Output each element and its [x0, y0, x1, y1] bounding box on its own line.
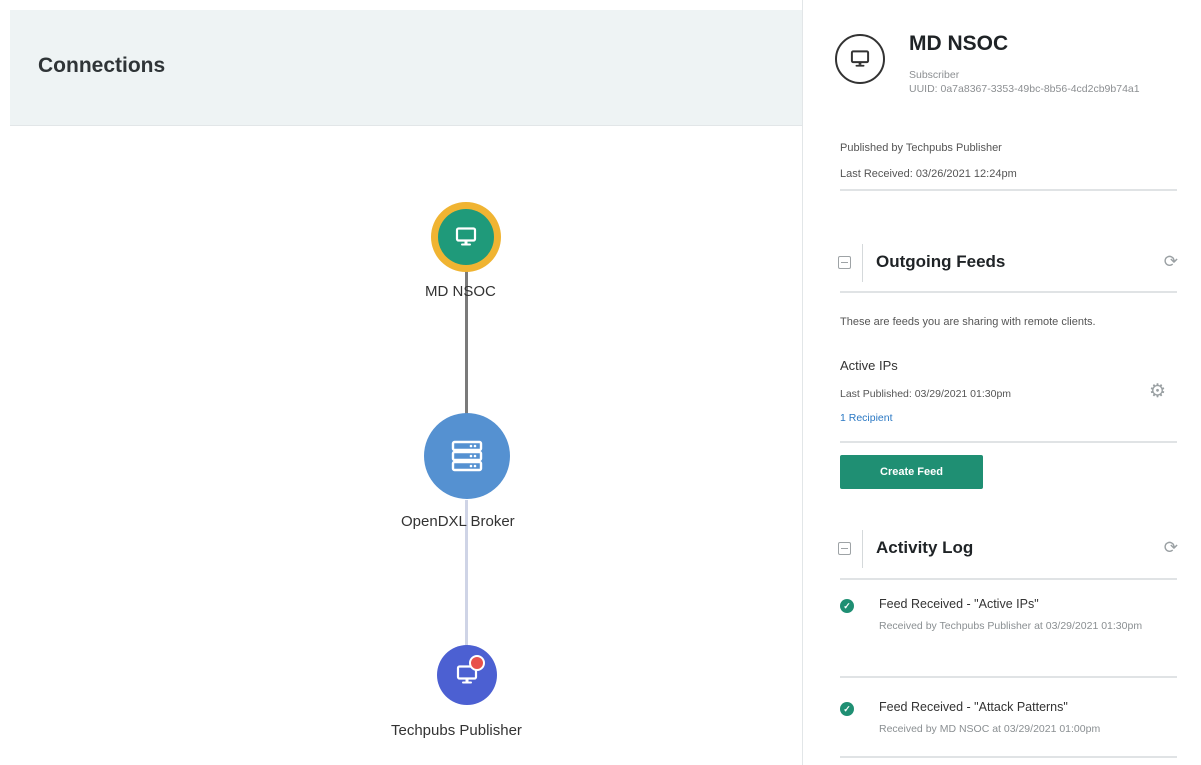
last-received-text: Last Received: 03/26/2021 12:24pm — [840, 168, 1017, 180]
connections-pane: Connections MD NSOC OpenDXL Broker Techp… — [0, 0, 802, 765]
divider — [840, 291, 1177, 293]
panel-subtitle: Subscriber — [909, 69, 960, 81]
log-item-title: Feed Received - "Attack Patterns" — [879, 700, 1068, 714]
node-md-nsoc-core — [438, 209, 494, 265]
activity-log-title: Activity Log — [876, 538, 974, 557]
feed-last-published: Last Published: 03/29/2021 01:30pm — [840, 388, 1012, 400]
create-feed-button[interactable]: Create Feed — [840, 455, 983, 489]
check-circle-icon: ✓ — [840, 702, 854, 716]
page-title: Connections — [38, 54, 166, 77]
server-icon — [451, 440, 483, 472]
device-avatar — [835, 34, 885, 84]
alert-badge-icon — [469, 655, 485, 671]
node-label-publisher: Techpubs Publisher — [391, 722, 522, 739]
node-md-nsoc[interactable] — [431, 202, 501, 272]
outgoing-feeds-header: Outgoing Feeds ⟳ — [838, 244, 1178, 284]
feed-recipients-link[interactable]: 1 Recipient — [840, 412, 893, 424]
divider — [840, 189, 1177, 191]
divider — [840, 441, 1177, 443]
monitor-icon — [850, 50, 870, 67]
log-item-detail: Received by Techpubs Publisher at 03/29/… — [879, 620, 1143, 632]
node-techpubs-publisher[interactable] — [437, 645, 497, 705]
log-item-detail: Received by MD NSOC at 03/29/2021 01:00p… — [879, 723, 1101, 735]
divider — [862, 244, 863, 282]
refresh-icon[interactable]: ⟳ — [1164, 252, 1178, 272]
publisher-info: Published by Techpubs Publisher Last Rec… — [840, 135, 1017, 187]
divider — [840, 676, 1177, 678]
details-panel: MD NSOC Subscriber UUID: 0a7a8367-3353-4… — [802, 0, 1201, 765]
activity-log-header: Activity Log ⟳ — [838, 530, 1178, 570]
check-circle-icon: ✓ — [840, 599, 854, 613]
gear-icon[interactable]: ⚙ — [1149, 380, 1166, 403]
node-label-nsoc: MD NSOC — [425, 283, 496, 300]
divider — [862, 530, 863, 568]
connections-header: Connections — [10, 10, 802, 126]
divider — [840, 756, 1177, 758]
divider — [840, 578, 1177, 580]
published-by-text: Published by Techpubs Publisher — [840, 142, 1002, 154]
feed-name: Active IPs — [840, 358, 898, 373]
log-item-title: Feed Received - "Active IPs" — [879, 597, 1039, 611]
outgoing-feeds-description: These are feeds you are sharing with rem… — [840, 316, 1096, 328]
outgoing-feeds-title: Outgoing Feeds — [876, 252, 1006, 271]
node-label-broker: OpenDXL Broker — [401, 513, 515, 530]
collapse-activity-icon[interactable] — [838, 542, 851, 555]
details-header: MD NSOC Subscriber UUID: 0a7a8367-3353-4… — [803, 10, 1201, 126]
panel-uuid: UUID: 0a7a8367-3353-49bc-8b56-4cd2cb9b74… — [909, 83, 1140, 95]
refresh-icon[interactable]: ⟳ — [1164, 538, 1178, 558]
monitor-icon — [455, 227, 477, 246]
collapse-outgoing-icon[interactable] — [838, 256, 851, 269]
panel-title: MD NSOC — [909, 32, 1009, 55]
node-opendxl-broker[interactable] — [424, 413, 510, 499]
